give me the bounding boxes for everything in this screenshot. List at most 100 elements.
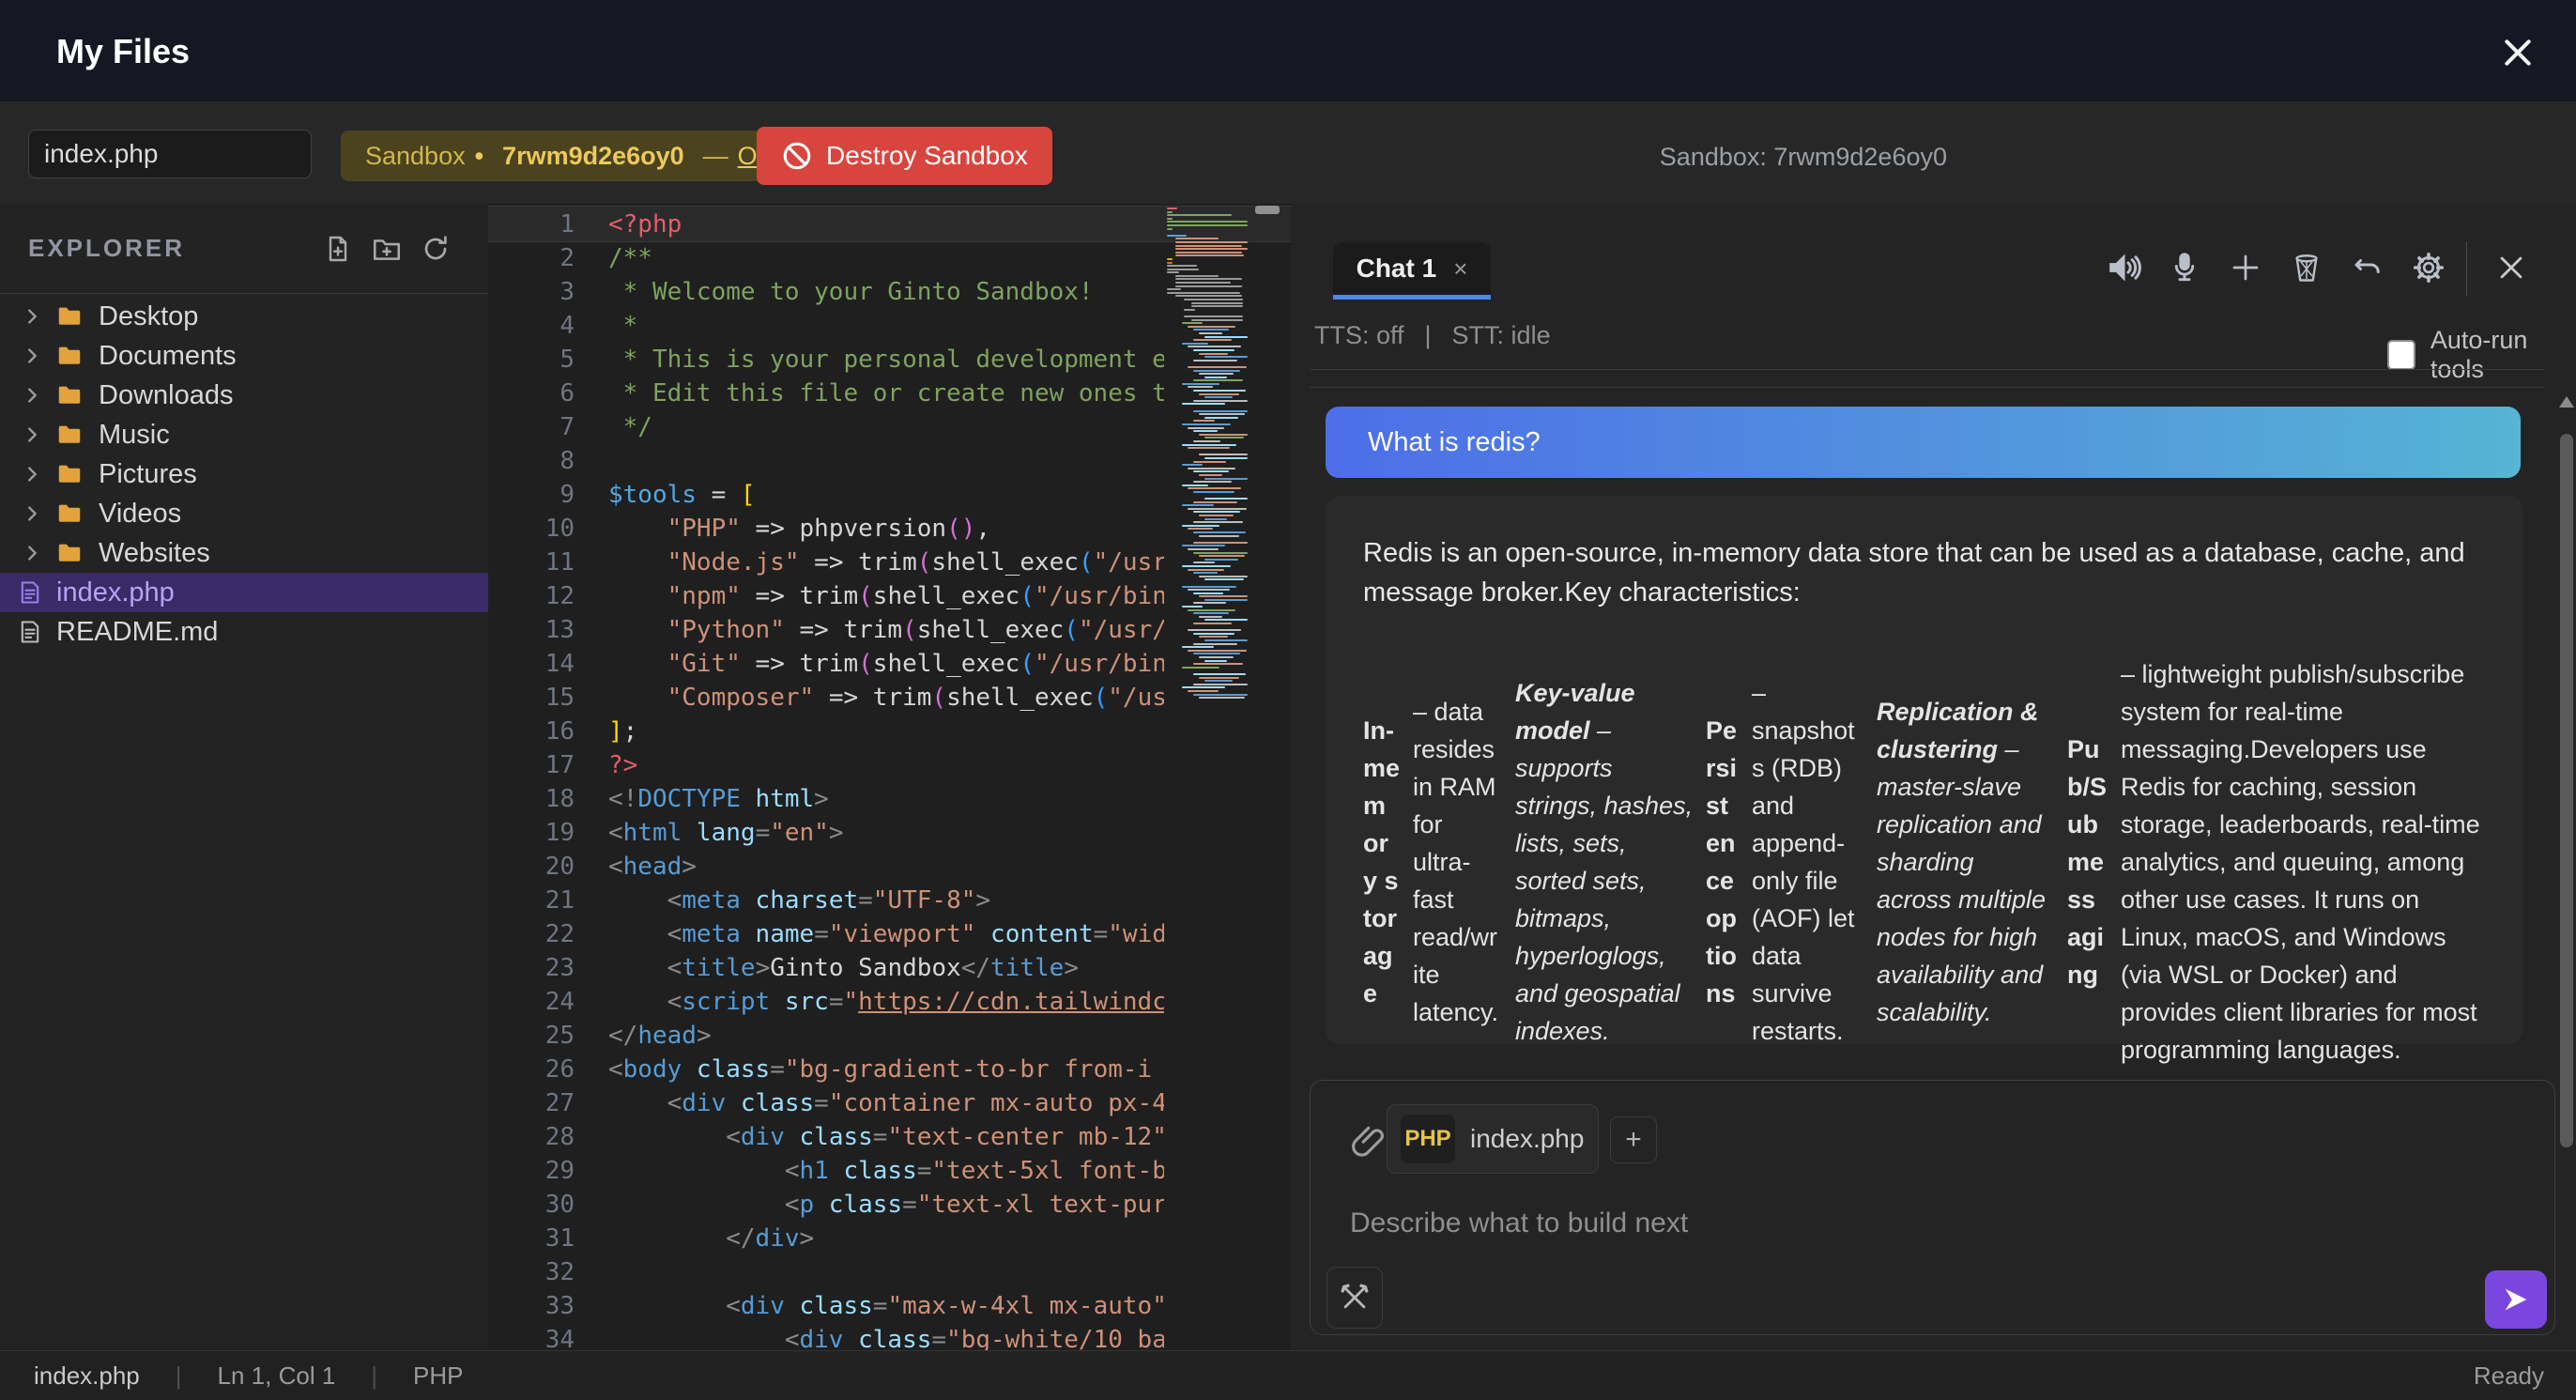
code-line[interactable]: 24 <script src="https://cdn.tailwindc bbox=[488, 985, 1164, 1019]
chat-scrollbar-thumb[interactable] bbox=[2560, 434, 2573, 1147]
line-source: <div class="bg-white/10 ba bbox=[608, 1323, 1164, 1350]
code-line[interactable]: 31 </div> bbox=[488, 1222, 1164, 1255]
undo-button[interactable] bbox=[2347, 247, 2388, 288]
minimap-line bbox=[1184, 299, 1243, 300]
line-source: <div class="text-center mb-12" bbox=[608, 1120, 1164, 1154]
code-line[interactable]: 28 <div class="text-center mb-12" bbox=[488, 1120, 1164, 1154]
chat-settings-button[interactable] bbox=[2408, 247, 2449, 288]
minimap-line bbox=[1182, 586, 1236, 588]
code-line[interactable]: 9$tools = [ bbox=[488, 478, 1164, 512]
tab-close-icon[interactable]: × bbox=[1453, 254, 1467, 284]
line-number: 30 bbox=[488, 1188, 608, 1222]
scroll-up-arrow-icon[interactable] bbox=[2559, 396, 2574, 408]
minimap-line bbox=[1199, 595, 1248, 597]
code-line[interactable]: 7 */ bbox=[488, 410, 1164, 444]
code-line[interactable]: 34 <div class="bg-white/10 ba bbox=[488, 1323, 1164, 1350]
code-line[interactable]: 33 <div class="max-w-4xl mx-auto" bbox=[488, 1289, 1164, 1323]
line-source: "npm" => trim(shell_exec("/usr/bin bbox=[608, 579, 1164, 613]
code-line[interactable]: 5 * This is your personal development en… bbox=[488, 343, 1164, 377]
folder-row-music[interactable]: Music bbox=[0, 415, 488, 454]
minimap-line bbox=[1204, 518, 1227, 520]
new-folder-button[interactable] bbox=[368, 230, 406, 268]
tools-button[interactable] bbox=[1326, 1267, 1383, 1329]
code-line[interactable]: 19<html lang="en"> bbox=[488, 816, 1164, 850]
code-line[interactable]: 2/** bbox=[488, 241, 1164, 275]
attachment-paperclip-icon[interactable] bbox=[1350, 1122, 1388, 1163]
minimap-line bbox=[1193, 440, 1220, 442]
minimap-line bbox=[1167, 218, 1173, 220]
code-line[interactable]: 4 * bbox=[488, 309, 1164, 343]
code-line[interactable]: 16]; bbox=[488, 715, 1164, 748]
folder-row-desktop[interactable]: Desktop bbox=[0, 297, 488, 336]
tab-chat-1[interactable]: Chat 1 × bbox=[1333, 242, 1491, 300]
send-button[interactable] bbox=[2485, 1270, 2547, 1329]
code-line[interactable]: 17?> bbox=[488, 748, 1164, 782]
minimap-line bbox=[1182, 444, 1236, 446]
code-line[interactable]: 8 bbox=[488, 444, 1164, 478]
minimap-line bbox=[1193, 491, 1234, 493]
filename-input[interactable] bbox=[28, 130, 312, 178]
folder-row-documents[interactable]: Documents bbox=[0, 336, 488, 376]
minimap-line bbox=[1204, 619, 1248, 621]
status-ready: Ready bbox=[2474, 1362, 2544, 1391]
attached-file-chip[interactable]: PHP index.php bbox=[1387, 1104, 1599, 1174]
minimap-line bbox=[1199, 535, 1239, 537]
code-line[interactable]: 14 "Git" => trim(shell_exec("/usr/bin bbox=[488, 647, 1164, 681]
code-editor[interactable]: 1<?php2/**3 * Welcome to your Ginto Sand… bbox=[488, 204, 1291, 1350]
speaker-icon bbox=[2105, 249, 2142, 286]
minimap-line bbox=[1167, 221, 1248, 223]
chat-scrollbar[interactable] bbox=[2559, 396, 2574, 1352]
code-line[interactable]: 23 <title>Ginto Sandbox</title> bbox=[488, 951, 1164, 985]
code-line[interactable]: 20<head> bbox=[488, 850, 1164, 884]
destroy-sandbox-button[interactable]: Destroy Sandbox bbox=[757, 127, 1052, 185]
chat-input-placeholder[interactable]: Describe what to build next bbox=[1350, 1208, 1688, 1239]
close-chat-panel-button[interactable] bbox=[2491, 247, 2532, 288]
window-close-button[interactable] bbox=[2493, 28, 2542, 77]
line-number: 28 bbox=[488, 1120, 608, 1154]
code-line[interactable]: 26<body class="bg-gradient-to-br from-i bbox=[488, 1053, 1164, 1086]
folder-row-websites[interactable]: Websites bbox=[0, 533, 488, 573]
code-line[interactable]: 25</head> bbox=[488, 1019, 1164, 1053]
code-line[interactable]: 27 <div class="container mx-auto px-4 bbox=[488, 1086, 1164, 1120]
refresh-button[interactable] bbox=[417, 230, 454, 268]
line-number: 31 bbox=[488, 1222, 608, 1255]
file-row-readme.md[interactable]: README.md bbox=[0, 612, 488, 652]
new-file-button[interactable] bbox=[319, 230, 357, 268]
new-chat-button[interactable] bbox=[2225, 247, 2266, 288]
file-row-index.php[interactable]: index.php bbox=[0, 573, 488, 612]
tts-speaker-button[interactable] bbox=[2103, 247, 2144, 288]
code-line[interactable]: 29 <h1 class="text-5xl font-b bbox=[488, 1154, 1164, 1188]
line-number: 6 bbox=[488, 377, 608, 410]
code-line[interactable]: 1<?php bbox=[488, 208, 1164, 241]
folder-label: Documents bbox=[99, 341, 237, 372]
sandbox-badge: Sandbox • 7rwm9d2e6oy0 — Open bbox=[341, 131, 824, 181]
autorun-checkbox[interactable] bbox=[2387, 340, 2415, 370]
stt-mic-button[interactable] bbox=[2164, 247, 2205, 288]
editor-scrollbar[interactable] bbox=[1255, 206, 1280, 214]
code-line[interactable]: 22 <meta name="viewport" content="wid bbox=[488, 917, 1164, 951]
minimap-line bbox=[1188, 609, 1235, 611]
minimap-line bbox=[1182, 545, 1225, 546]
folder-row-videos[interactable]: Videos bbox=[0, 494, 488, 533]
code-line[interactable]: 21 <meta charset="UTF-8"> bbox=[488, 884, 1164, 917]
toolbar: Sandbox • 7rwm9d2e6oy0 — Open Destroy Sa… bbox=[0, 101, 2576, 205]
folder-row-downloads[interactable]: Downloads bbox=[0, 376, 488, 415]
code-line[interactable]: 3 * Welcome to your Ginto Sandbox! bbox=[488, 275, 1164, 309]
clear-chat-button[interactable] bbox=[2286, 247, 2327, 288]
add-attachment-button[interactable]: + bbox=[1610, 1116, 1657, 1163]
code-line[interactable]: 12 "npm" => trim(shell_exec("/usr/bin bbox=[488, 579, 1164, 613]
code-line[interactable]: 13 "Python" => trim(shell_exec("/usr/bin bbox=[488, 613, 1164, 647]
minimap-line bbox=[1204, 578, 1244, 580]
code-line[interactable]: 6 * Edit this file or create new ones to… bbox=[488, 377, 1164, 410]
minimap-line bbox=[1175, 275, 1219, 277]
code-line[interactable]: 15 "Composer" => trim(shell_exec("/usr bbox=[488, 681, 1164, 715]
code-line[interactable]: 30 <p class="text-xl text-pur bbox=[488, 1188, 1164, 1222]
code-line[interactable]: 10 "PHP" => phpversion(), bbox=[488, 512, 1164, 546]
code-line[interactable]: 18<!DOCTYPE html> bbox=[488, 782, 1164, 816]
autorun-tools-toggle[interactable]: Auto-run tools bbox=[2387, 326, 2576, 384]
explorer-title: EXPLORER bbox=[28, 234, 185, 263]
folder-row-pictures[interactable]: Pictures bbox=[0, 454, 488, 494]
code-line[interactable]: 11 "Node.js" => trim(shell_exec("/usr/bi… bbox=[488, 546, 1164, 579]
code-line[interactable]: 32 bbox=[488, 1255, 1164, 1289]
minimap[interactable] bbox=[1167, 208, 1251, 700]
